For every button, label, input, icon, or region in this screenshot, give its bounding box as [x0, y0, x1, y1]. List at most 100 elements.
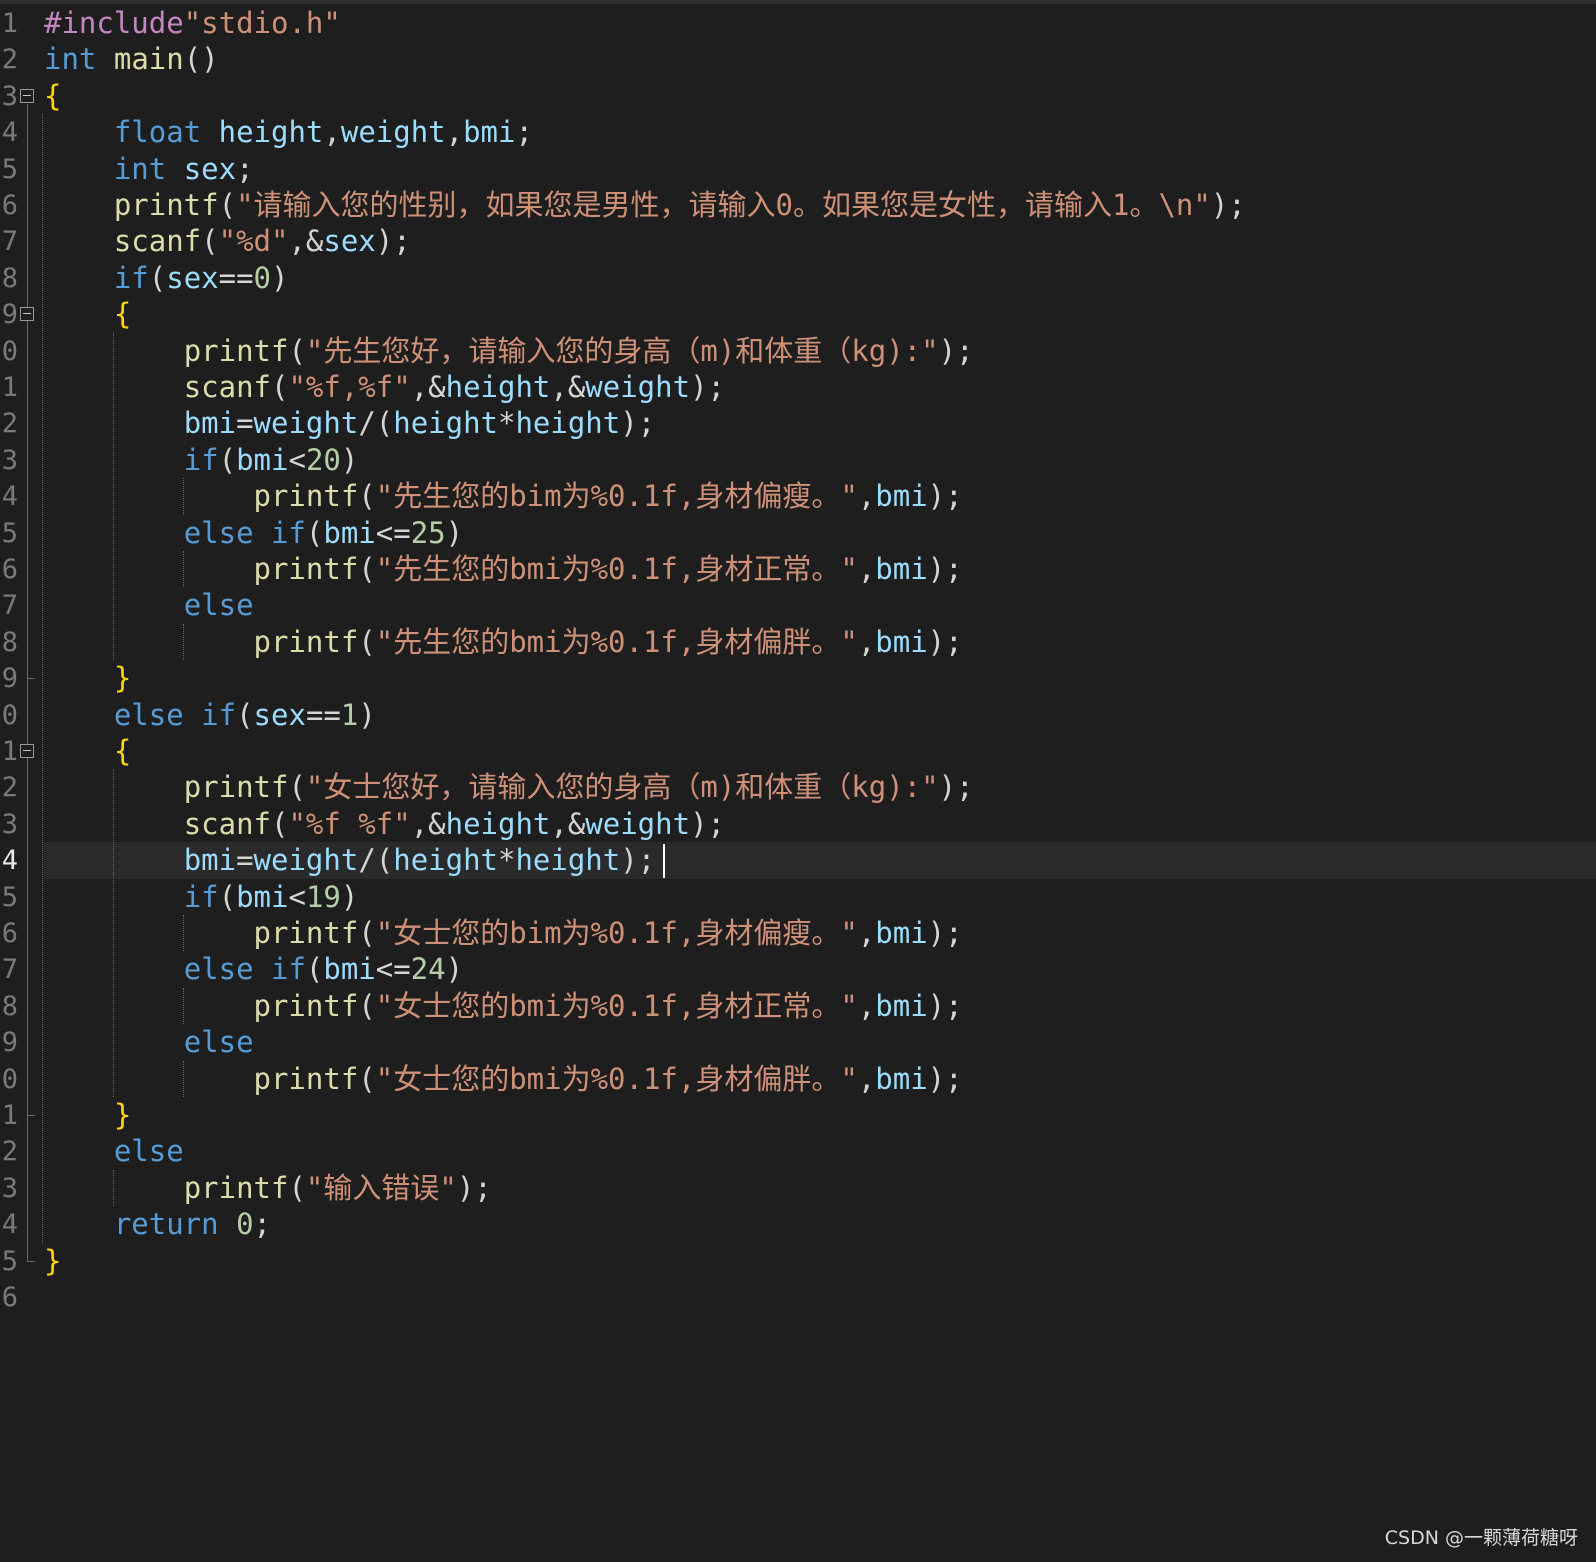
code-line[interactable]: 9 } [0, 660, 1596, 697]
fold-toggle-icon[interactable] [20, 307, 34, 322]
code-text[interactable]: else [44, 1133, 184, 1170]
code-token: printf [183, 333, 289, 368]
code-line[interactable]: 2 bmi=weight/(height*height); [0, 405, 1596, 442]
code-text[interactable]: printf("女士您的bmi为%0.1f,身材正常。",bmi); [44, 988, 963, 1025]
code-text[interactable]: else if(bmi<=24) [44, 951, 463, 988]
code-line[interactable]: 8 printf("女士您的bmi为%0.1f,身材正常。",bmi); [0, 988, 1596, 1025]
code-text[interactable]: else [44, 1024, 254, 1061]
code-line[interactable]: 1 scanf("%f,%f",&height,&weight); [0, 369, 1596, 406]
code-text[interactable]: #include"stdio.h" [44, 5, 341, 42]
code-token: printf [253, 916, 359, 950]
code-text[interactable]: else [44, 587, 254, 624]
code-text[interactable]: int sex; [44, 151, 254, 188]
code-line[interactable]: 6 printf("先生您的bmi为%0.1f,身材正常。",bmi); [0, 551, 1596, 588]
code-line[interactable]: 3 printf("输入错误"); [0, 1170, 1596, 1207]
code-line[interactable]: 5} [0, 1243, 1596, 1280]
code-line[interactable]: 8 if(sex==0) [0, 260, 1596, 297]
code-text[interactable]: scanf("%d",&sex); [44, 223, 411, 260]
code-token: 0 [236, 1207, 254, 1242]
indent-guide [113, 769, 114, 1097]
code-line[interactable]: 4 printf("先生您的bim为%0.1f,身材偏瘦。",bmi); [0, 478, 1596, 515]
code-text[interactable]: printf("先生您好，请输入您的身高（m)和体重（kg):"); [44, 333, 974, 370]
code-line[interactable]: 1 #include"stdio.h" [0, 5, 1596, 42]
code-line[interactable]: 9 else [0, 1024, 1596, 1061]
code-line[interactable]: 0 printf("先生您好，请输入您的身高（m)和体重（kg):"); [0, 333, 1596, 370]
code-text[interactable]: } [44, 1243, 61, 1280]
indent-guide [113, 1169, 114, 1207]
code-token: #include [44, 6, 184, 40]
code-text[interactable]: } [44, 1097, 131, 1134]
code-token: } [113, 661, 132, 696]
code-line[interactable]: 7 else [0, 587, 1596, 624]
indent-guide [113, 332, 114, 661]
code-text[interactable]: else if(sex==1) [44, 697, 376, 734]
code-token: printf [253, 624, 359, 659]
code-line[interactable]: 1 } [0, 1097, 1596, 1134]
code-text[interactable]: int main() [44, 41, 219, 78]
code-line[interactable]: 4 float height,weight,bmi; [0, 114, 1596, 151]
code-line[interactable]: 7 else if(bmi<=24) [0, 951, 1596, 988]
code-text[interactable]: if(bmi<19) [44, 879, 359, 916]
code-text[interactable]: return 0; [44, 1206, 271, 1243]
code-text[interactable]: if(sex==0) [44, 260, 289, 297]
fold-end-tick [27, 678, 35, 680]
fold-toggle-icon[interactable] [20, 744, 34, 758]
code-line[interactable]: 1 { [0, 733, 1596, 770]
code-text[interactable]: printf("女士您的bmi为%0.1f,身材偏胖。",bmi); [44, 1061, 963, 1098]
code-line[interactable]: 9 { [0, 296, 1596, 333]
code-token: , [445, 115, 464, 150]
code-token: ( [218, 879, 237, 914]
code-text[interactable]: { [44, 733, 131, 770]
line-number: 6 [1, 1282, 18, 1313]
code-text[interactable]: if(bmi<20) [44, 442, 359, 479]
code-line[interactable]: 8 printf("先生您的bmi为%0.1f,身材偏胖。",bmi); [0, 624, 1596, 661]
code-line[interactable]: 0 printf("女士您的bmi为%0.1f,身材偏胖。",bmi); [0, 1061, 1596, 1098]
code-text[interactable]: scanf("%f %f",&height,&weight); [44, 806, 725, 843]
code-text[interactable]: } [44, 660, 131, 697]
code-text[interactable]: printf("女士您好，请输入您的身高（m)和体重（kg):"); [44, 769, 974, 806]
code-line[interactable]: 6 printf("女士您的bim为%0.1f,身材偏瘦。",bmi); [0, 915, 1596, 952]
code-text[interactable]: printf("请输入您的性别，如果您是男性，请输入0。如果您是女性，请输入1。… [44, 187, 1246, 224]
code-token: = [236, 843, 254, 878]
code-text[interactable]: bmi=weight/(height*height); [44, 405, 655, 442]
code-line[interactable]: 4 return 0; [0, 1206, 1596, 1243]
code-text[interactable]: { [44, 296, 131, 333]
code-line[interactable]: 5 int sex; [0, 151, 1596, 188]
code-token: ); [927, 479, 963, 514]
code-token: "女士您的bim为%0.1f,身材偏瘦。" [375, 916, 858, 950]
code-line[interactable]: 5 if(bmi<19) [0, 879, 1596, 916]
code-line[interactable]: 5 else if(bmi<=25) [0, 515, 1596, 552]
code-token: 1 [340, 697, 359, 732]
code-line[interactable]: 2 printf("女士您好，请输入您的身高（m)和体重（kg):"); [0, 769, 1596, 806]
code-text[interactable]: printf("先生您的bmi为%0.1f,身材偏胖。",bmi); [44, 624, 963, 661]
indent-guide [183, 987, 184, 1025]
code-line[interactable]: 3 scanf("%f %f",&height,&weight); [0, 806, 1596, 843]
code-line[interactable]: 0 else if(sex==1) [0, 697, 1596, 734]
code-text[interactable]: printf("输入错误"); [44, 1170, 492, 1207]
code-text[interactable]: { [44, 78, 61, 115]
code-text[interactable]: printf("女士您的bim为%0.1f,身材偏瘦。",bmi); [44, 915, 963, 952]
code-line[interactable]: 2 else [0, 1133, 1596, 1170]
code-text[interactable]: scanf("%f,%f",&height,&weight); [44, 369, 725, 406]
code-line[interactable]: 6 printf("请输入您的性别，如果您是男性，请输入0。如果您是女性，请输入… [0, 187, 1596, 224]
code-editor[interactable]: 1 #include"stdio.h" 2 int main() 3{4 float h… [0, 0, 1596, 1562]
code-token: weight [585, 370, 691, 404]
code-text[interactable]: printf("先生您的bim为%0.1f,身材偏瘦。",bmi); [44, 478, 963, 515]
code-line[interactable]: 2 int main() [0, 41, 1596, 78]
code-line[interactable]: 3 if(bmi<20) [0, 442, 1596, 479]
code-line[interactable]: 3{ [0, 78, 1596, 115]
code-text[interactable]: else if(bmi<=25) [44, 515, 463, 552]
code-line[interactable]: 4 bmi=weight/(height*height); [0, 842, 1596, 880]
code-text[interactable]: float height,weight,bmi; [44, 114, 533, 151]
fold-toggle-icon[interactable] [20, 88, 34, 103]
code-text[interactable]: bmi=weight/(height*height); [44, 842, 655, 879]
code-token: ,& [410, 370, 446, 404]
code-line[interactable]: 6 [0, 1279, 1596, 1316]
code-line[interactable]: 7 scanf("%d",&sex); [0, 223, 1596, 260]
watermark: CSDN @一颗薄荷糖呀 [1384, 1527, 1578, 1549]
code-token: if [271, 515, 306, 550]
code-text[interactable]: printf("先生您的bmi为%0.1f,身材正常。",bmi); [44, 551, 963, 588]
